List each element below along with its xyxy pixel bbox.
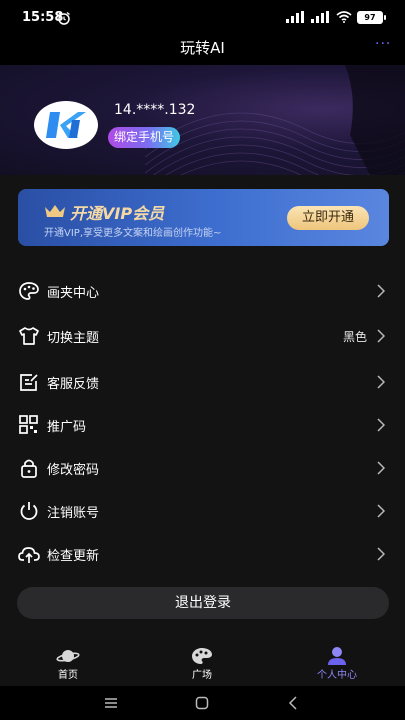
chevron-right-icon bbox=[377, 418, 385, 432]
cloud-upload-icon bbox=[18, 547, 40, 563]
alarm-icon bbox=[58, 11, 70, 25]
vip-title: 开通VIP会员 bbox=[70, 204, 165, 223]
menu-icon[interactable] bbox=[103, 695, 119, 711]
menu-label: 注销账号 bbox=[47, 506, 100, 521]
chevron-right-icon bbox=[377, 461, 385, 475]
chevron-right-icon bbox=[377, 284, 385, 298]
menu-label: 推广码 bbox=[47, 420, 87, 435]
qrcode-icon bbox=[19, 415, 38, 434]
theme-value: 黑色 bbox=[342, 330, 367, 344]
menu-item-delete-account[interactable]: 注销账号 bbox=[0, 491, 405, 531]
vip-card[interactable]: 开通VIP会员 开通VIP,享受更多文案和绘画创作功能~ 立即开通 bbox=[18, 189, 389, 246]
tab-label: 首页 bbox=[58, 670, 78, 681]
menu-label: 检查更新 bbox=[47, 549, 100, 564]
bottom-tab-bar: 首页 广场 个人中心 bbox=[0, 640, 405, 686]
menu-item-promo-code[interactable]: 推广码 bbox=[0, 405, 405, 445]
bind-phone-button[interactable]: 绑定手机号 bbox=[108, 127, 181, 148]
chevron-right-icon bbox=[377, 547, 385, 561]
planet-icon bbox=[56, 650, 80, 662]
tab-square[interactable]: 广场 bbox=[162, 640, 242, 686]
menu-item-change-password[interactable]: 修改密码 bbox=[0, 448, 405, 488]
menu-item-feedback[interactable]: 客服反馈 bbox=[0, 362, 405, 402]
tshirt-icon bbox=[19, 327, 39, 345]
more-icon[interactable]: ··· bbox=[375, 37, 391, 53]
palette-tab-icon bbox=[192, 648, 212, 664]
tab-label: 个人中心 bbox=[317, 670, 357, 681]
crown-icon bbox=[45, 205, 65, 217]
back-icon[interactable] bbox=[286, 695, 302, 711]
status-bar: 15:58 97 bbox=[0, 0, 405, 34]
chevron-right-icon bbox=[377, 375, 385, 389]
palette-icon bbox=[19, 282, 39, 300]
menu-item-gallery[interactable]: 画夹中心 bbox=[0, 271, 405, 311]
logout-button[interactable]: 退出登录 bbox=[17, 587, 389, 619]
page-title: 玩转AI bbox=[180, 39, 225, 57]
power-icon bbox=[20, 502, 38, 520]
battery-indicator: 97 bbox=[357, 10, 386, 24]
vip-description: 开通VIP,享受更多文案和绘画创作功能~ bbox=[44, 228, 222, 239]
signal-icon-2 bbox=[311, 11, 329, 23]
chevron-right-icon bbox=[377, 329, 385, 343]
menu-label: 切换主题 bbox=[47, 331, 100, 346]
menu-label: 修改密码 bbox=[47, 463, 100, 478]
avatar[interactable] bbox=[34, 101, 98, 149]
menu-label: 客服反馈 bbox=[47, 377, 100, 392]
chevron-right-icon bbox=[377, 504, 385, 518]
tab-label: 广场 bbox=[192, 670, 212, 681]
signal-icon bbox=[286, 11, 304, 23]
tab-home[interactable]: 首页 bbox=[28, 640, 108, 686]
system-nav-bar bbox=[0, 686, 405, 720]
menu-item-check-update[interactable]: 检查更新 bbox=[0, 534, 405, 574]
user-id: 14.****.132 bbox=[114, 102, 196, 118]
home-icon[interactable] bbox=[194, 695, 210, 711]
status-indicators: 97 bbox=[286, 9, 386, 25]
menu-item-theme[interactable]: 切换主题 黑色 bbox=[0, 316, 405, 356]
profile-banner: 14.****.132 绑定手机号 bbox=[0, 65, 405, 175]
feedback-icon bbox=[20, 374, 38, 391]
content-area: 开通VIP会员 开通VIP,享受更多文案和绘画创作功能~ 立即开通 画夹中心 切… bbox=[0, 175, 405, 640]
menu-label: 画夹中心 bbox=[47, 286, 100, 301]
wifi-icon bbox=[336, 11, 352, 23]
app-header: 玩转AI ··· bbox=[0, 34, 405, 65]
banner-decoration bbox=[145, 65, 405, 175]
tab-personal-center[interactable]: 个人中心 bbox=[297, 640, 377, 686]
user-icon bbox=[328, 647, 346, 665]
vip-open-button[interactable]: 立即开通 bbox=[287, 206, 369, 230]
lock-icon bbox=[21, 459, 37, 478]
app-logo-icon bbox=[46, 112, 86, 138]
